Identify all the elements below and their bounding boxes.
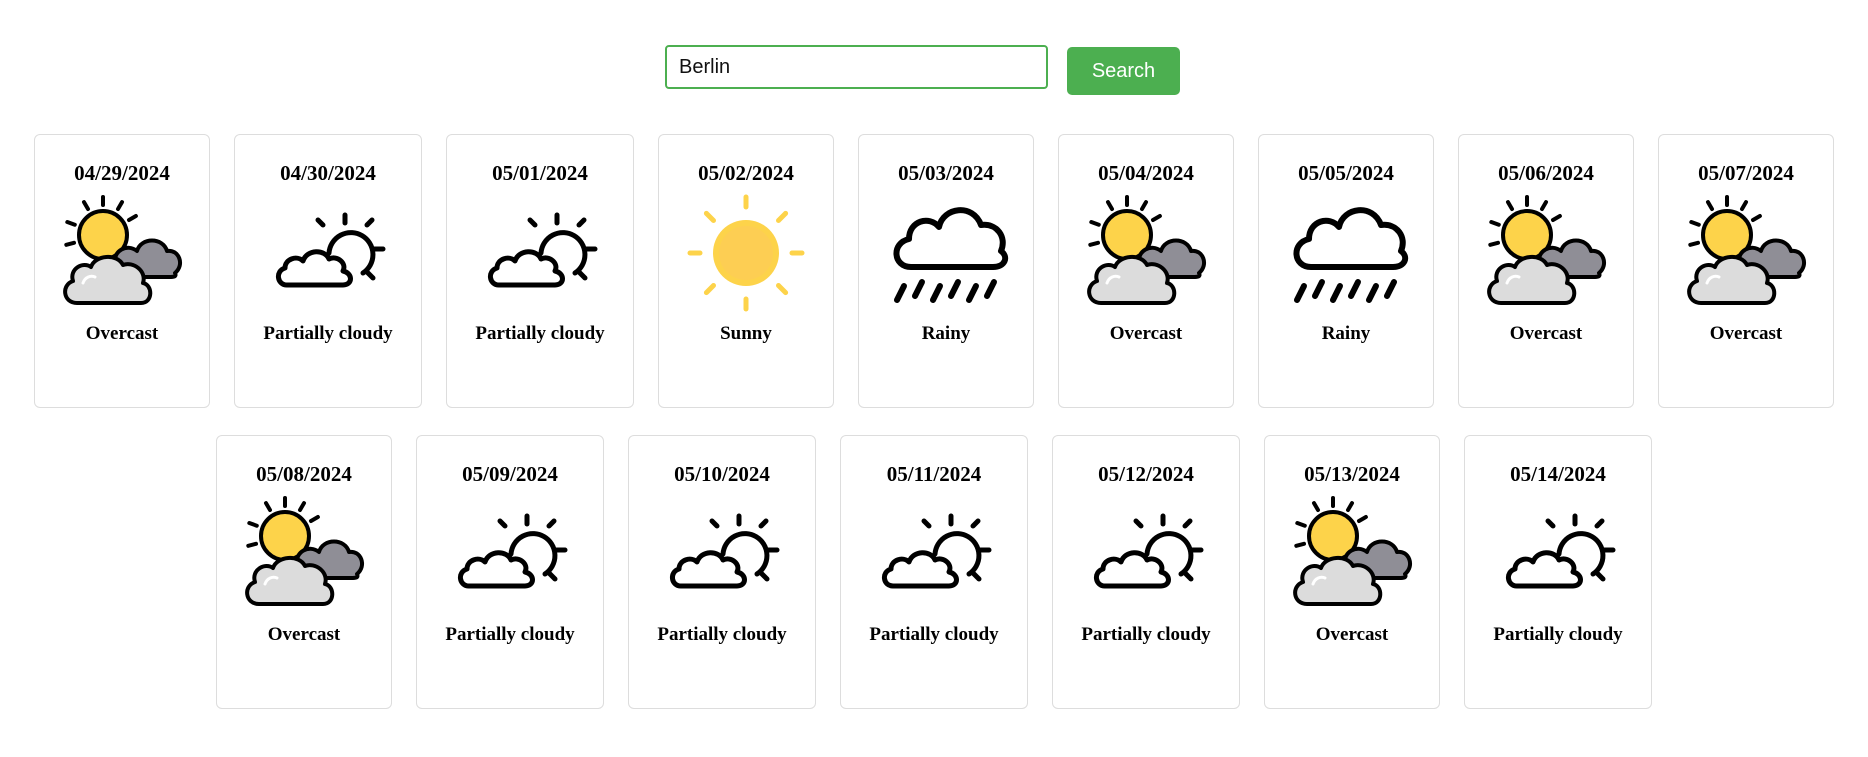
- forecast-row-1: 04/29/2024 Overcast 04/30/2024 Partially …: [0, 134, 1868, 408]
- forecast-card: 05/09/2024 Partially cloudy: [416, 435, 604, 709]
- forecast-date: 04/29/2024: [74, 161, 170, 185]
- forecast-date: 05/12/2024: [1098, 462, 1194, 486]
- search-button[interactable]: Search: [1067, 47, 1180, 95]
- rain-icon: [881, 193, 1011, 313]
- forecast-date: 05/11/2024: [886, 462, 982, 486]
- forecast-date: 05/04/2024: [1098, 161, 1194, 185]
- forecast-condition: Overcast: [1509, 323, 1583, 344]
- overcast-icon: [1287, 494, 1417, 614]
- forecast-row-2: 05/08/2024 Overcast 05/09/2024 Partially …: [0, 435, 1868, 709]
- search-bar: Search: [665, 45, 1180, 95]
- forecast-date: 05/09/2024: [462, 462, 558, 486]
- partly-cloudy-icon: [1493, 494, 1623, 614]
- partly-cloudy-icon: [869, 494, 999, 614]
- forecast-condition: Rainy: [1321, 323, 1371, 344]
- overcast-icon: [1081, 193, 1211, 313]
- forecast-condition: Overcast: [1109, 323, 1183, 344]
- forecast-card: 05/04/2024 Overcast: [1058, 134, 1234, 408]
- sun-icon: [681, 193, 811, 313]
- forecast-condition: Partially cloudy: [1493, 624, 1623, 645]
- forecast-date: 05/07/2024: [1698, 161, 1794, 185]
- forecast-condition: Partially cloudy: [263, 323, 393, 344]
- partly-cloudy-icon: [445, 494, 575, 614]
- forecast-date: 05/03/2024: [898, 161, 994, 185]
- forecast-condition: Partially cloudy: [1081, 624, 1211, 645]
- forecast-condition: Sunny: [720, 323, 772, 344]
- overcast-icon: [57, 193, 187, 313]
- forecast-date: 04/30/2024: [280, 161, 376, 185]
- forecast-date: 05/06/2024: [1498, 161, 1594, 185]
- forecast-date: 05/05/2024: [1298, 161, 1394, 185]
- forecast-condition: Overcast: [85, 323, 159, 344]
- forecast-card: 05/07/2024 Overcast: [1658, 134, 1834, 408]
- forecast-condition: Overcast: [1709, 323, 1783, 344]
- partly-cloudy-icon: [475, 193, 605, 313]
- forecast-card: 05/02/2024 Sunny: [658, 134, 834, 408]
- forecast-condition: Partially cloudy: [475, 323, 605, 344]
- forecast-condition: Partially cloudy: [445, 624, 575, 645]
- forecast-card: 05/10/2024 Partially cloudy: [628, 435, 816, 709]
- forecast-condition: Overcast: [1315, 624, 1389, 645]
- forecast-card: 05/05/2024 Rainy: [1258, 134, 1434, 408]
- overcast-icon: [1681, 193, 1811, 313]
- forecast-card: 05/13/2024 Overcast: [1264, 435, 1440, 709]
- overcast-icon: [239, 494, 369, 614]
- forecast-card: 05/01/2024 Partially cloudy: [446, 134, 634, 408]
- forecast-condition: Rainy: [921, 323, 971, 344]
- forecast-condition: Partially cloudy: [657, 624, 787, 645]
- forecast-condition: Overcast: [267, 624, 341, 645]
- partly-cloudy-icon: [657, 494, 787, 614]
- forecast-card: 04/29/2024 Overcast: [34, 134, 210, 408]
- forecast-card: 05/14/2024 Partially cloudy: [1464, 435, 1652, 709]
- partly-cloudy-icon: [1081, 494, 1211, 614]
- forecast-date: 05/10/2024: [674, 462, 770, 486]
- forecast-date: 05/08/2024: [256, 462, 352, 486]
- forecast-card: 05/11/2024 Partially cloudy: [840, 435, 1028, 709]
- forecast-date: 05/13/2024: [1304, 462, 1400, 486]
- forecast-card: 05/03/2024 Rainy: [858, 134, 1034, 408]
- forecast-card: 04/30/2024 Partially cloudy: [234, 134, 422, 408]
- forecast-date: 05/01/2024: [492, 161, 588, 185]
- forecast-date: 05/14/2024: [1510, 462, 1606, 486]
- forecast-card: 05/12/2024 Partially cloudy: [1052, 435, 1240, 709]
- forecast-card: 05/08/2024 Overcast: [216, 435, 392, 709]
- partly-cloudy-icon: [263, 193, 393, 313]
- rain-icon: [1281, 193, 1411, 313]
- forecast-date: 05/02/2024: [698, 161, 794, 185]
- overcast-icon: [1481, 193, 1611, 313]
- forecast-card: 05/06/2024 Overcast: [1458, 134, 1634, 408]
- search-input[interactable]: [665, 45, 1048, 89]
- forecast-condition: Partially cloudy: [869, 624, 999, 645]
